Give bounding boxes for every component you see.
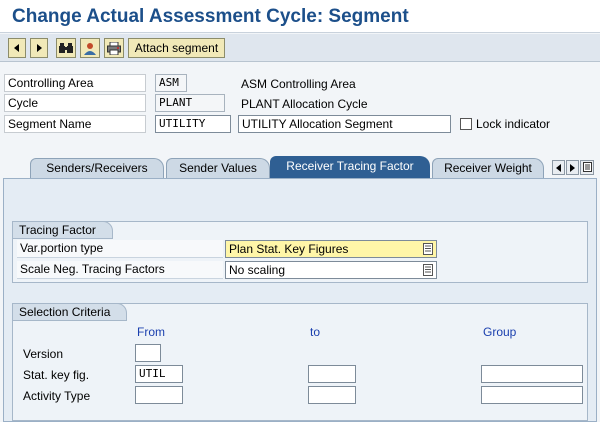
from-column-header: From [137, 325, 165, 339]
tab-senders-receivers[interactable]: Senders/Receivers [30, 158, 164, 178]
dropdown-list-icon[interactable] [422, 243, 434, 255]
cycle-field: PLANT [155, 94, 225, 112]
tab-list-icon [582, 161, 592, 175]
segment-name-field[interactable]: UTILITY [155, 115, 231, 133]
binoculars-icon [59, 42, 73, 54]
attach-segment-button[interactable]: Attach segment [128, 38, 225, 58]
controlling-area-label: Controlling Area [4, 74, 146, 92]
version-from-input[interactable] [135, 344, 161, 362]
print-icon [107, 41, 121, 55]
find-button[interactable] [56, 38, 76, 58]
to-column-header: to [310, 325, 321, 339]
controlling-area-field: ASM [155, 74, 187, 92]
version-label: Version [23, 347, 64, 361]
segment-description-field[interactable]: UTILITY Allocation Segment [238, 115, 451, 133]
var-portion-type-dropdown[interactable]: Plan Stat. Key Figures [225, 240, 437, 258]
title-bar: Change Actual Assessment Cycle: Segment [0, 0, 600, 33]
person-button[interactable] [80, 38, 100, 58]
tab-list-button[interactable] [580, 160, 594, 175]
stat-key-fig-from-input[interactable]: UTIL [135, 365, 183, 383]
cycle-description: PLANT Allocation Cycle [241, 97, 368, 111]
arrow-left-icon [12, 43, 22, 53]
tracing-factor-title: Tracing Factor [12, 221, 113, 239]
previous-button[interactable] [8, 38, 26, 58]
tab-sender-values[interactable]: Sender Values [166, 158, 270, 178]
var-portion-type-label: Var.portion type [17, 240, 223, 258]
selection-criteria-group: Selection Criteria From to Group Version… [12, 303, 588, 421]
page-title: Change Actual Assessment Cycle: Segment [12, 6, 409, 27]
scale-neg-value: No scaling [229, 263, 286, 277]
next-button[interactable] [30, 38, 48, 58]
tab-receiver-weight[interactable]: Receiver Weight [432, 158, 544, 178]
tab-scroll-right-button[interactable] [566, 160, 579, 175]
chevron-right-icon [569, 161, 576, 175]
cycle-label: Cycle [4, 94, 146, 112]
cycle-header: Controlling Area ASM ASM Controlling Are… [0, 66, 600, 146]
arrow-right-icon [34, 43, 44, 53]
activity-type-group-input[interactable] [481, 386, 583, 404]
selection-criteria-title: Selection Criteria [12, 303, 128, 321]
lock-indicator-label: Lock indicator [476, 117, 551, 131]
tab-strip: Senders/Receivers Sender Values Receiver… [0, 156, 600, 178]
var-portion-type-value: Plan Stat. Key Figures [229, 242, 349, 256]
activity-type-from-input[interactable] [135, 386, 183, 404]
scale-neg-dropdown[interactable]: No scaling [225, 261, 437, 279]
controlling-area-description: ASM Controlling Area [241, 77, 356, 91]
tracing-factor-group: Tracing Factor Var.portion type Plan Sta… [12, 221, 588, 283]
stat-key-fig-to-input[interactable] [308, 365, 356, 383]
tab-scroll-left-button[interactable] [552, 160, 565, 175]
scale-neg-label: Scale Neg. Tracing Factors [17, 261, 223, 279]
person-icon [83, 42, 97, 55]
segment-name-label: Segment Name [4, 115, 146, 133]
application-toolbar: Attach segment [0, 34, 600, 62]
dropdown-list-icon[interactable] [422, 264, 434, 276]
tab-receiver-tracing-factor[interactable]: Receiver Tracing Factor [270, 156, 430, 178]
activity-type-label: Activity Type [23, 389, 91, 403]
group-column-header: Group [483, 325, 517, 339]
chevron-left-icon [555, 161, 562, 175]
activity-type-to-input[interactable] [308, 386, 356, 404]
print-button[interactable] [104, 38, 124, 58]
stat-key-fig-label: Stat. key fig. [23, 368, 90, 382]
tab-content-panel: Tracing Factor Var.portion type Plan Sta… [3, 178, 597, 422]
lock-indicator-checkbox[interactable] [460, 118, 472, 130]
stat-key-fig-group-input[interactable] [481, 365, 583, 383]
